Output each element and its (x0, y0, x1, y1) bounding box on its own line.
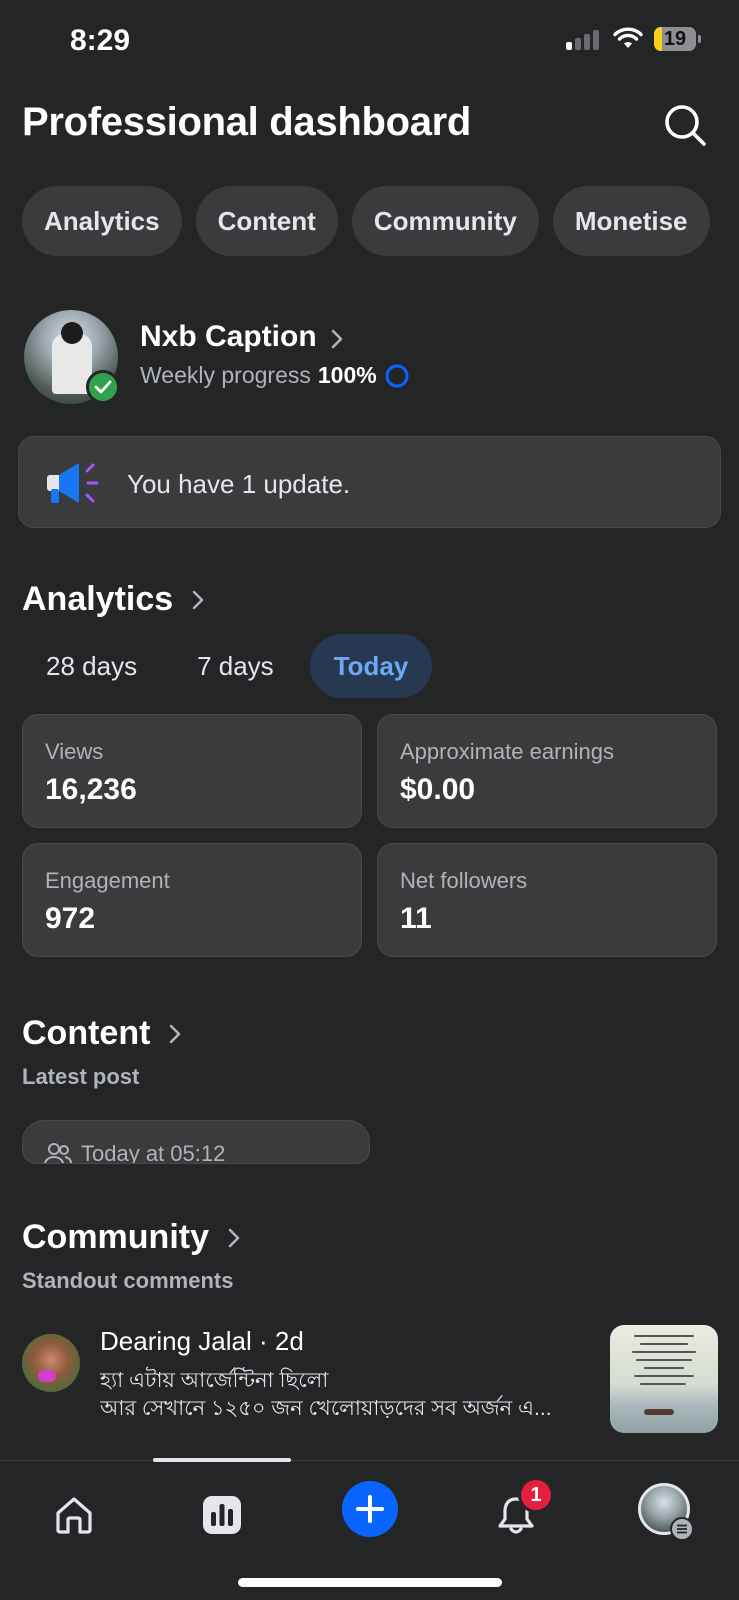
commenter-avatar[interactable] (22, 1334, 80, 1392)
stat-value: $0.00 (400, 773, 476, 806)
tab-analytics[interactable]: Analytics (22, 186, 182, 256)
date-range-tabs: 28 days 7 days Today (22, 634, 444, 698)
update-card[interactable]: You have 1 update. (18, 436, 721, 528)
content-title: Content (22, 1014, 151, 1052)
progress-label: Weekly progress (140, 362, 311, 388)
create-icon[interactable] (342, 1481, 398, 1537)
tab-monetise[interactable]: Monetise (552, 186, 710, 256)
latest-post-card[interactable]: Today at 05:12 (22, 1120, 370, 1164)
stat-value: 972 (45, 902, 96, 935)
notification-count-badge: 1 (518, 1477, 554, 1513)
content-header[interactable]: Content (22, 1014, 182, 1053)
stat-label: Engagement (45, 868, 170, 893)
range-7-days[interactable]: 7 days (173, 634, 298, 698)
content-subtitle: Latest post (22, 1064, 140, 1089)
community-subtitle: Standout comments (22, 1268, 234, 1293)
home-indicator[interactable] (238, 1578, 502, 1587)
page-title: Professional dashboard (22, 100, 472, 144)
home-icon[interactable] (44, 1485, 104, 1545)
stat-label: Approximate earnings (400, 739, 615, 764)
progress-value: 100% (317, 362, 377, 388)
analytics-title: Analytics (22, 580, 174, 618)
friends-icon (44, 1143, 72, 1163)
progress-ring-icon (385, 364, 409, 387)
stat-value: 11 (400, 902, 432, 935)
stat-label: Views (45, 739, 104, 764)
status-time: 8:29 (70, 24, 131, 57)
chevron-right-icon[interactable] (330, 328, 344, 350)
megaphone-icon (47, 463, 99, 503)
comment-text-line-2: আর সেখানে ১২৫০ জন খেলোয়াড়দের সব অর্জন … (100, 1397, 552, 1420)
battery-icon: 19 (654, 27, 701, 51)
range-28-days[interactable]: 28 days (22, 634, 161, 698)
update-text: You have 1 update. (127, 469, 351, 499)
stat-card-views[interactable]: Views 16,236 (22, 714, 362, 828)
range-today[interactable]: Today (309, 634, 433, 698)
active-tab-indicator (153, 1458, 291, 1462)
weekly-progress: Weekly progress 100% (140, 362, 410, 389)
chevron-right-icon (192, 590, 204, 609)
stat-value: 16,236 (45, 773, 137, 806)
wifi-icon (613, 27, 643, 48)
community-title: Community (22, 1218, 209, 1256)
chevron-right-icon (228, 1228, 240, 1247)
tab-content[interactable]: Content (195, 186, 338, 256)
stat-label: Net followers (400, 868, 528, 893)
status-bar: 8:29 19 (0, 0, 739, 80)
tab-community[interactable]: Community (351, 186, 539, 256)
signal-icon (566, 30, 600, 50)
stat-card-engagement[interactable]: Engagement 972 (22, 843, 362, 957)
chevron-right-icon (170, 1024, 181, 1043)
verified-check-icon (86, 370, 120, 404)
dashboard-icon[interactable] (192, 1485, 252, 1545)
stat-card-net-followers[interactable]: Net followers 11 (377, 843, 717, 957)
battery-level: 19 (663, 28, 687, 50)
section-tabs: Analytics Content Community Monetise (22, 186, 710, 256)
search-icon[interactable] (662, 102, 708, 148)
post-time: Today at 05:12 (81, 1141, 226, 1164)
community-header[interactable]: Community (22, 1218, 241, 1257)
menu-icon[interactable] (670, 1517, 694, 1541)
page: 8:29 19 Professional dashboard Analytics… (0, 0, 739, 1600)
comment-author[interactable]: Dearing Jalal · 2d (100, 1326, 304, 1357)
stat-card-earnings[interactable]: Approximate earnings $0.00 (377, 714, 717, 828)
profile-name[interactable]: Nxb Caption (140, 320, 317, 354)
analytics-header[interactable]: Analytics (22, 580, 205, 619)
post-thumbnail[interactable] (610, 1325, 718, 1433)
